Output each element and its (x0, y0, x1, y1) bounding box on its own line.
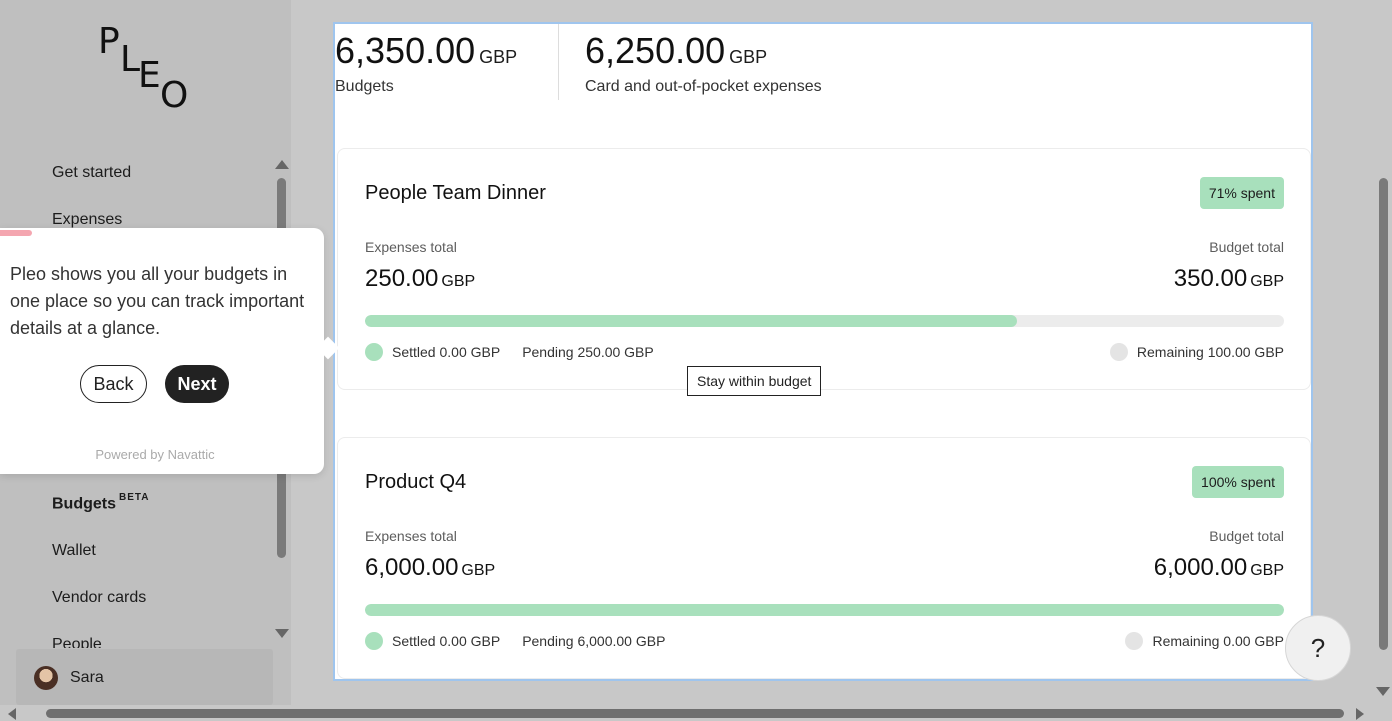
scroll-down-arrow-icon[interactable] (275, 629, 289, 638)
next-button[interactable]: Next (165, 365, 229, 403)
logo-letter-p: P (98, 21, 120, 62)
legend-settled-pending: Settled 0.00 GBP Pending 250.00 GBP (365, 343, 654, 361)
spent-badge: 100% spent (1192, 466, 1284, 498)
expenses-total-amount: 6,000.00 (365, 554, 459, 581)
currency: GBP (1250, 273, 1284, 290)
settled-text: Settled 0.00 GBP (392, 633, 501, 649)
settled-dot-icon (365, 632, 383, 650)
budget-title: Product Q4 (365, 471, 467, 493)
logo-letter-o: O (160, 75, 189, 116)
summary-budgets: 6,350.00 GBP Budgets (335, 30, 517, 96)
currency: GBP (441, 273, 476, 290)
walkthrough-text: Pleo shows you all your budgets in one p… (10, 264, 305, 338)
budget-total-amount: 350.00 (1173, 265, 1248, 292)
pending-text: Pending 6,000.00 GBP (522, 633, 666, 649)
sidebar-item-vendor-cards[interactable]: Vendor cards (52, 589, 146, 607)
currency: GBP (461, 562, 496, 579)
page-vertical-scrollbar-thumb[interactable] (1379, 178, 1388, 650)
budget-progress-fill (365, 604, 1284, 616)
back-button[interactable]: Back (80, 365, 147, 403)
scroll-up-arrow-icon[interactable] (275, 160, 289, 169)
settled-dot-icon (365, 343, 383, 361)
powered-by-navattic[interactable]: Powered by Navattic (0, 447, 310, 462)
budget-progress-bar (365, 315, 1284, 327)
budget-card-product-q4[interactable]: Product Q4 100% spent Expenses total Bud… (337, 437, 1311, 679)
budget-title: People Team Dinner (365, 182, 546, 204)
sidebar-item-get-started[interactable]: Get started (52, 164, 131, 182)
logo-letter-e: E (138, 55, 161, 96)
legend-remaining: Remaining 0.00 GBP (1125, 632, 1284, 650)
summary-expenses: 6,250.00 GBP Card and out-of-pocket expen… (585, 30, 822, 96)
budget-total-label: Budget total (1209, 239, 1284, 255)
page-vertical-scrollbar[interactable] (1374, 0, 1392, 705)
pending-text: Pending 250.00 GBP (522, 344, 654, 360)
budget-total-amount: 6,000.00 (1153, 554, 1248, 581)
sidebar-item-budgets[interactable]: Budgets BETA (52, 492, 150, 513)
summary-expenses-currency: GBP (729, 47, 768, 67)
walkthrough-popup: Pleo shows you all your budgets in one p… (0, 228, 340, 474)
legend-remaining: Remaining 100.00 GBP (1109, 343, 1284, 361)
budget-progress-bar (365, 604, 1284, 616)
sidebar-item-label: Vendor cards (52, 589, 147, 606)
tooltip: Stay within budget (687, 366, 822, 396)
sidebar-item-label: Wallet (52, 542, 96, 559)
sidebar-item-label: Get started (52, 164, 132, 181)
help-button[interactable]: ? (1285, 615, 1351, 681)
summary-expenses-amount: 6,250.00 (585, 30, 726, 71)
budgets-panel: 6,350.00 GBP Budgets 6,250.00 GBP Card and… (333, 22, 1313, 681)
user-name: Sara (70, 669, 104, 686)
user-menu[interactable]: Sara (16, 649, 273, 705)
scroll-right-arrow-icon[interactable] (1356, 708, 1364, 720)
sidebar-item-people[interactable]: People (52, 636, 102, 648)
page-horizontal-scrollbar-thumb[interactable] (46, 709, 1344, 718)
settled-text: Settled 0.00 GBP (392, 344, 501, 360)
scroll-left-arrow-icon[interactable] (8, 708, 16, 720)
budget-total-value: 6,000.00 GBP (1154, 554, 1284, 582)
sidebar-item-expenses[interactable]: Expenses (52, 211, 122, 229)
summary-budgets-label: Budgets (335, 78, 394, 95)
expenses-total-amount: 250.00 (365, 265, 439, 292)
budget-card-people-team-dinner[interactable]: People Team Dinner 71% spent Expenses to… (337, 148, 1311, 390)
currency: GBP (1250, 562, 1284, 579)
summary-divider (558, 24, 559, 100)
scroll-down-arrow-icon[interactable] (1376, 687, 1390, 696)
sidebar-item-label: Expenses (52, 211, 123, 228)
expenses-total-value: 6,000.00 GBP (365, 554, 495, 582)
budget-total-label: Budget total (1209, 528, 1284, 544)
walkthrough-progress-indicator (0, 230, 32, 236)
legend-settled-pending: Settled 0.00 GBP Pending 6,000.00 GBP (365, 632, 665, 650)
remaining-dot-icon (1109, 343, 1128, 361)
sidebar-item-label: People (52, 636, 102, 648)
beta-badge: BETA (119, 492, 150, 503)
summary-expenses-label: Card and out-of-pocket expenses (585, 78, 822, 95)
remaining-dot-icon (1125, 632, 1144, 650)
spent-badge: 71% spent (1199, 177, 1284, 209)
summary-budgets-currency: GBP (479, 47, 518, 67)
sidebar-item-label: Budgets (52, 495, 116, 513)
budget-total-value: 350.00 GBP (1174, 265, 1284, 293)
page-horizontal-scrollbar[interactable] (0, 705, 1374, 721)
expenses-total-label: Expenses total (365, 239, 457, 255)
sidebar-item-wallet[interactable]: Wallet (52, 542, 96, 560)
budget-progress-fill (365, 315, 1018, 327)
pleo-logo[interactable]: P L E O (96, 24, 196, 116)
avatar (34, 666, 58, 690)
remaining-text: Remaining 0.00 GBP (1152, 633, 1284, 649)
expenses-total-value: 250.00 GBP (365, 265, 475, 293)
summary-budgets-amount: 6,350.00 (335, 30, 476, 71)
expenses-total-label: Expenses total (365, 528, 457, 544)
remaining-text: Remaining 100.00 GBP (1136, 344, 1284, 360)
